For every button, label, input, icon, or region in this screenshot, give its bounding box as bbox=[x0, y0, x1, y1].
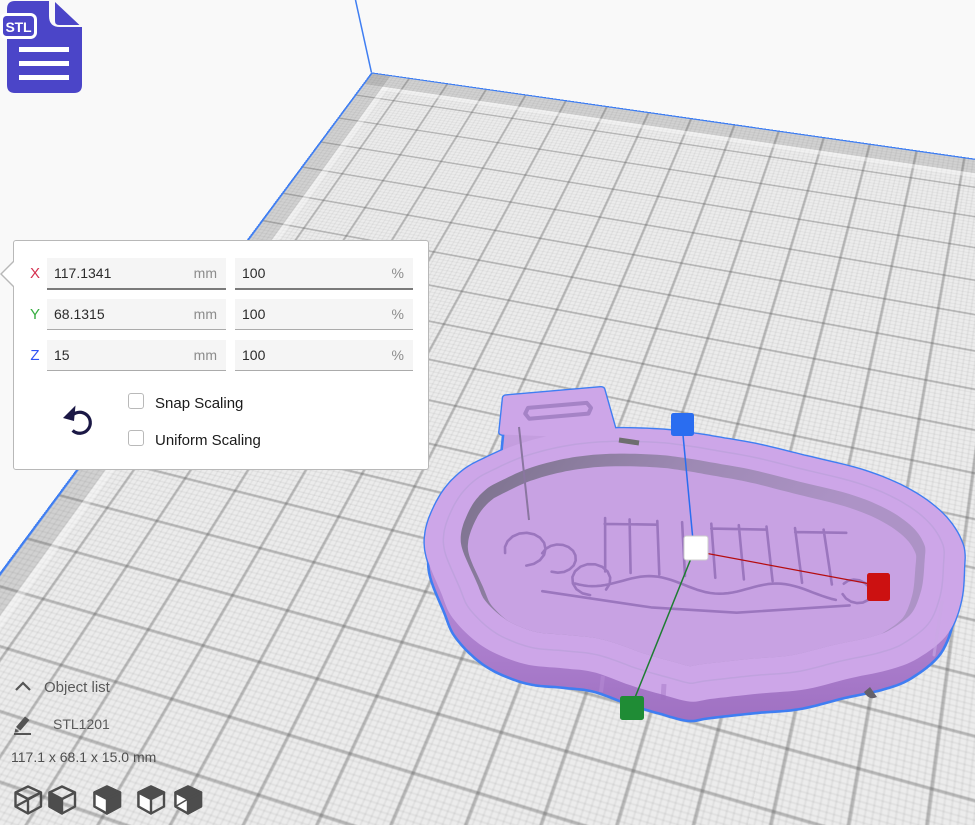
svg-text:STL: STL bbox=[6, 19, 32, 35]
